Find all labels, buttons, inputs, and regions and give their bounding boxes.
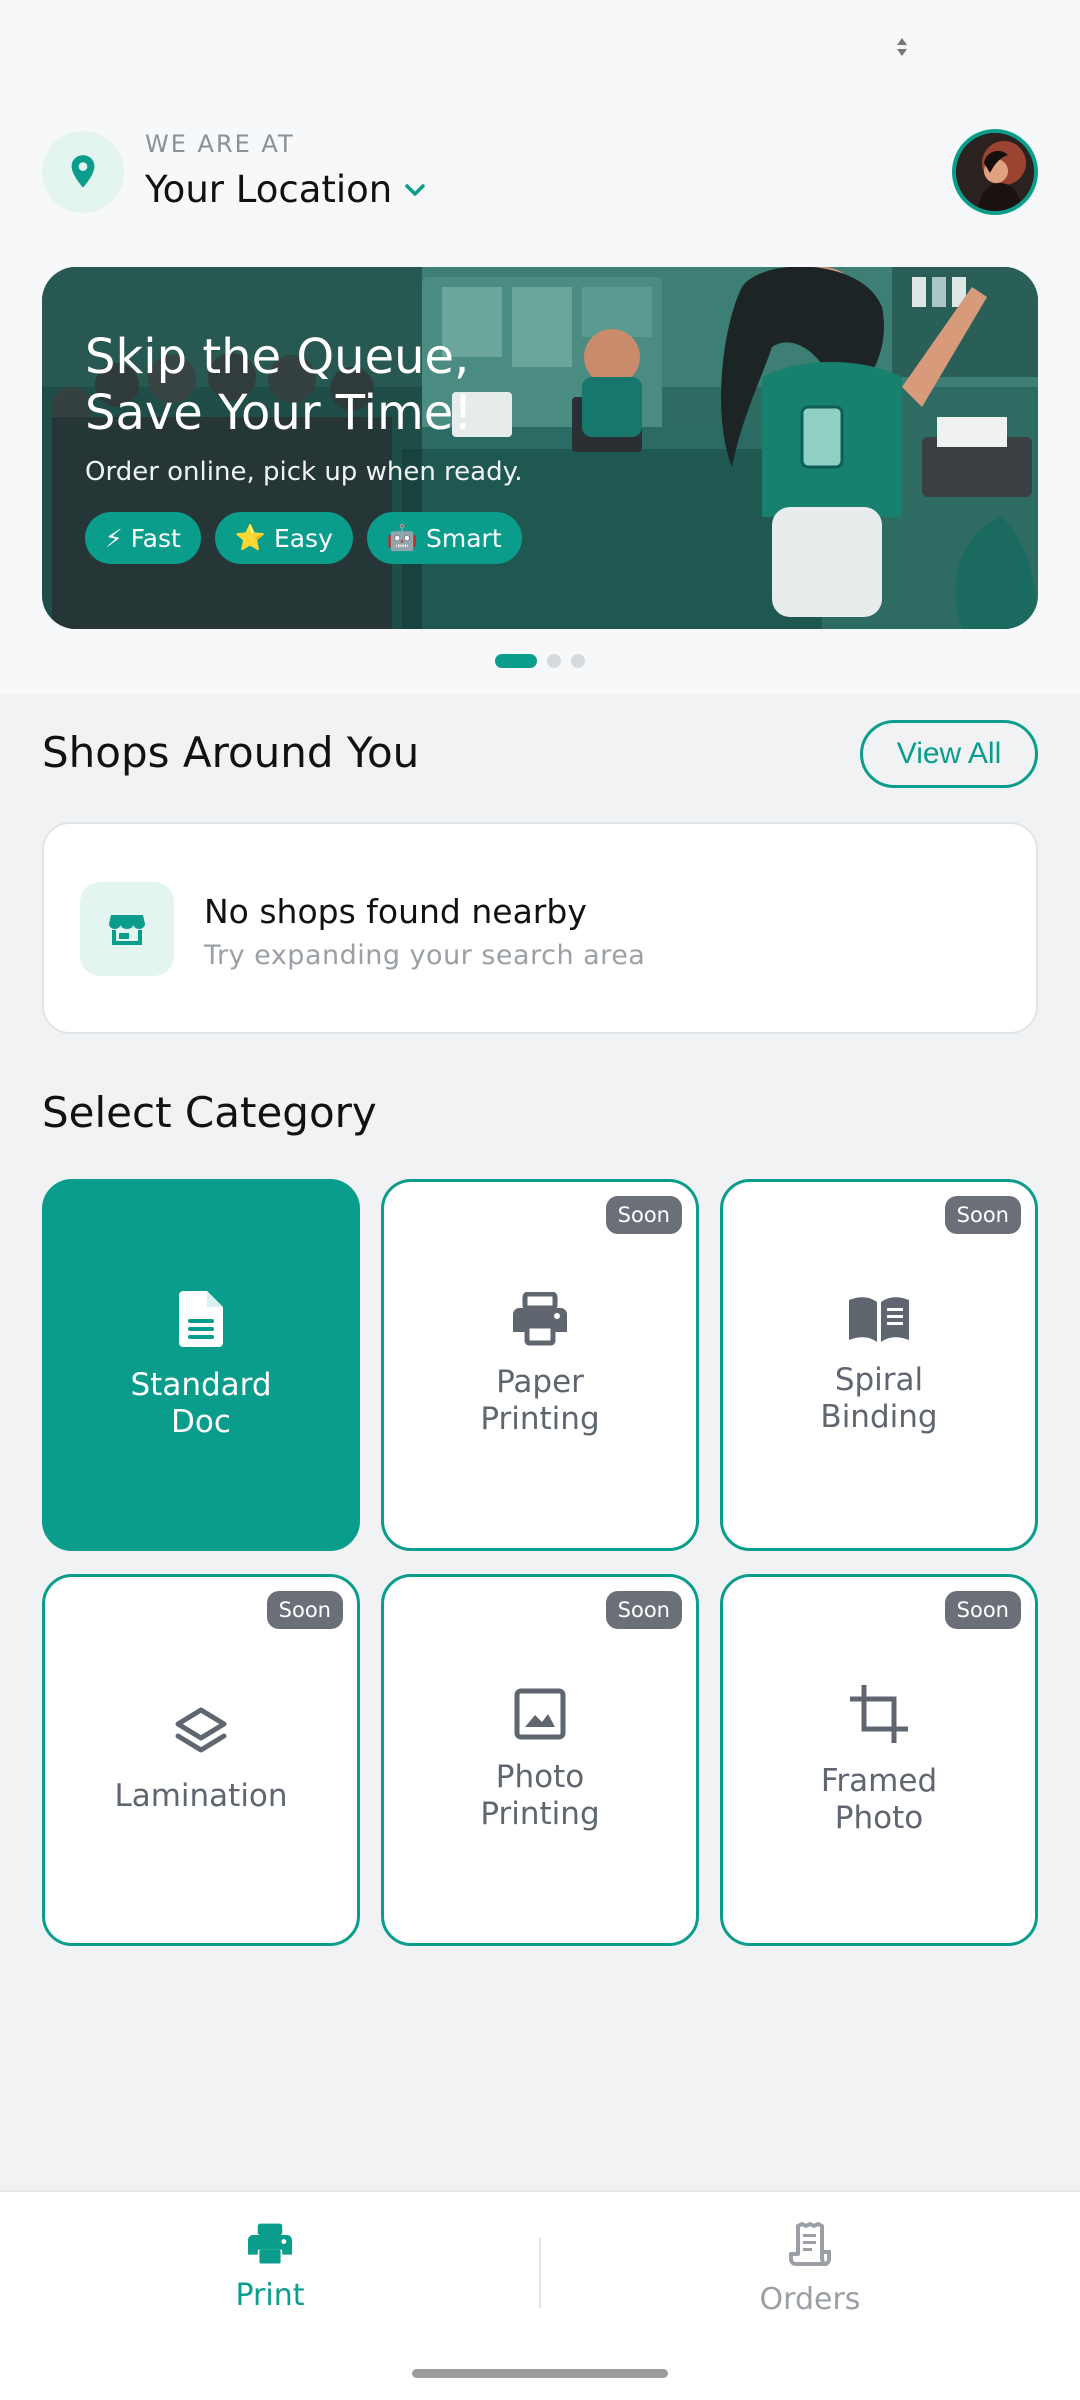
category-framed-photo[interactable]: Soon Framed Photo xyxy=(720,1574,1038,1946)
soon-badge: Soon xyxy=(605,1196,682,1234)
soon-badge: Soon xyxy=(944,1591,1021,1629)
banner-title-line-1: Skip the Queue, xyxy=(85,329,470,385)
empty-title: No shops found nearby xyxy=(204,892,587,931)
soon-badge: Soon xyxy=(944,1196,1021,1234)
shops-section-title: Shops Around You xyxy=(42,728,420,777)
category-label: Lamination xyxy=(114,1777,288,1814)
category-lamination[interactable]: Soon Lamination xyxy=(42,1574,360,1946)
chip-smart: 🤖 Smart xyxy=(366,512,522,564)
image-icon xyxy=(514,1688,566,1740)
category-label: Standard Doc xyxy=(130,1367,272,1440)
location-pin-button[interactable] xyxy=(42,131,124,213)
avatar-image xyxy=(956,133,1034,211)
category-spiral-binding[interactable]: Soon Spiral Binding xyxy=(720,1179,1038,1551)
star-icon: ⭐ xyxy=(234,523,266,552)
category-section-title: Select Category xyxy=(42,1088,377,1137)
promo-banner[interactable]: Skip the Queue, Save Your Time! Order on… xyxy=(42,267,1038,629)
chip-easy: ⭐ Easy xyxy=(214,512,353,564)
banner-title-line-2: Save Your Time! xyxy=(85,385,473,441)
location-title: Your Location xyxy=(145,168,393,211)
category-standard-doc[interactable]: Standard Doc xyxy=(42,1179,360,1551)
store-icon xyxy=(80,882,174,976)
chip-fast: ⚡ Fast xyxy=(85,512,201,564)
soon-badge: Soon xyxy=(266,1591,343,1629)
location-overline: WE ARE AT xyxy=(145,130,295,158)
layers-icon xyxy=(175,1707,227,1752)
no-shops-card: No shops found nearby Try expanding your… xyxy=(42,822,1038,1034)
nav-print[interactable]: Print xyxy=(0,2222,540,2313)
robot-icon: 🤖 xyxy=(386,523,419,552)
category-label: Framed Photo xyxy=(820,1763,938,1836)
carousel-indicator xyxy=(0,654,1080,668)
receipt-icon xyxy=(789,2222,831,2266)
printer-icon xyxy=(513,1292,567,1346)
crop-icon xyxy=(850,1685,908,1743)
home-indicator[interactable] xyxy=(412,2369,668,2378)
nav-label: Print xyxy=(235,2278,305,2313)
chip-label: Fast xyxy=(130,523,181,553)
category-photo-printing[interactable]: Soon Photo Printing xyxy=(381,1574,699,1946)
category-paper-printing[interactable]: Soon Paper Printing xyxy=(381,1179,699,1551)
banner-illustration xyxy=(42,267,1038,629)
book-open-icon xyxy=(849,1297,909,1342)
banner-chips: ⚡ Fast ⭐ Easy 🤖 Smart xyxy=(85,512,522,564)
document-icon xyxy=(179,1291,223,1347)
printer-icon xyxy=(248,2223,292,2264)
location-selector[interactable]: Your Location xyxy=(145,168,426,211)
carousel-dot-active[interactable] xyxy=(495,654,537,668)
banner-title: Skip the Queue, Save Your Time! xyxy=(85,329,473,441)
category-label: Spiral Binding xyxy=(820,1362,938,1435)
avatar[interactable] xyxy=(952,129,1038,215)
view-all-button[interactable]: View All xyxy=(860,720,1038,788)
map-pin-icon xyxy=(71,155,95,188)
chip-label: Smart xyxy=(426,523,502,553)
empty-subtitle: Try expanding your search area xyxy=(204,940,646,971)
sort-indicator-icon xyxy=(897,38,907,56)
category-label: Photo Printing xyxy=(480,1759,600,1832)
category-label: Paper Printing xyxy=(480,1364,600,1437)
lightning-icon: ⚡ xyxy=(105,523,123,553)
chip-label: Easy xyxy=(273,523,333,553)
nav-label: Orders xyxy=(759,2282,861,2317)
chevron-down-icon xyxy=(404,183,426,197)
carousel-dot[interactable] xyxy=(547,654,561,668)
carousel-dot[interactable] xyxy=(571,654,585,668)
soon-badge: Soon xyxy=(605,1591,682,1629)
nav-orders[interactable]: Orders xyxy=(540,2222,1080,2317)
banner-subtitle: Order online, pick up when ready. xyxy=(85,457,523,487)
